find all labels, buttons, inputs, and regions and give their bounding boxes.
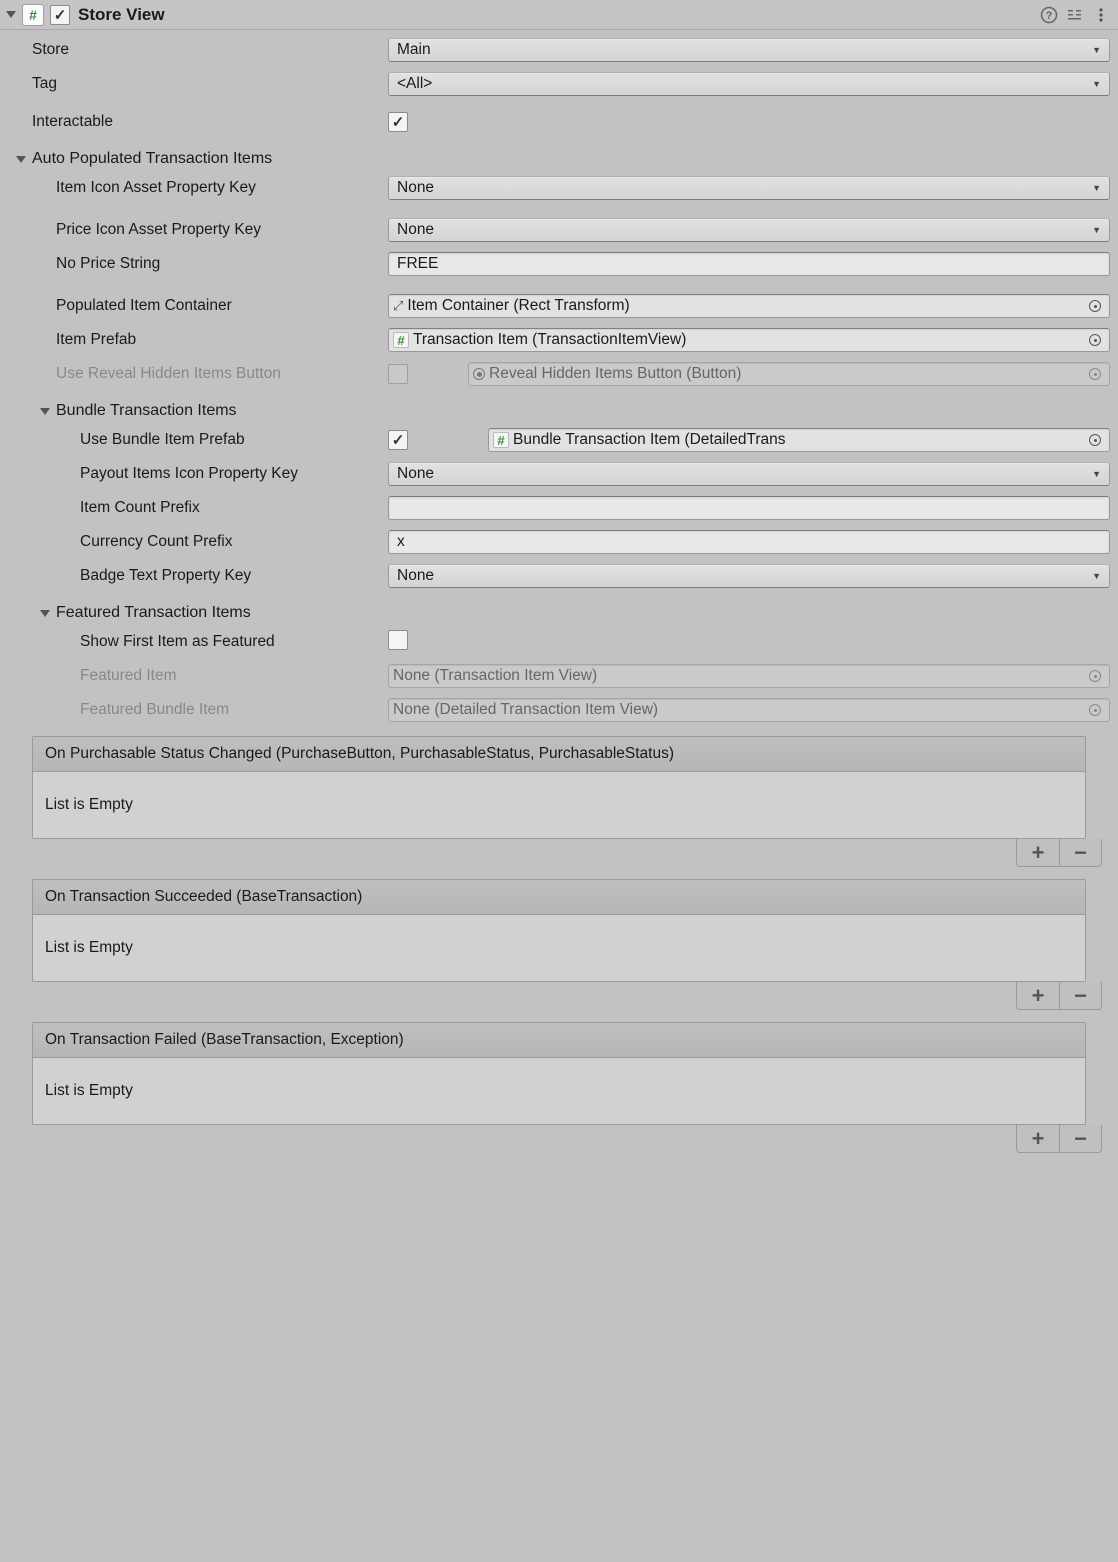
badge-text-key-value: None [397, 567, 434, 585]
show-first-featured-label: Show First Item as Featured [8, 633, 388, 651]
svg-text:?: ? [1046, 10, 1053, 22]
no-price-string-label: No Price String [8, 255, 388, 273]
show-first-featured-checkbox[interactable] [388, 630, 408, 650]
event-failed-block: On Transaction Failed (BaseTransaction, … [32, 1022, 1086, 1125]
store-value: Main [397, 41, 431, 59]
interactable-label: Interactable [8, 113, 388, 131]
button-icon [473, 368, 485, 380]
event-purchasable-body: List is Empty [33, 772, 1085, 838]
auto-populated-foldout[interactable] [16, 156, 26, 163]
populated-container-value: Item Container (Rect Transform) [407, 297, 629, 315]
add-listener-button[interactable]: + [1017, 1125, 1059, 1152]
event-purchasable-footer: + − [8, 839, 1110, 867]
use-reveal-checkbox [388, 364, 408, 384]
reveal-button-value: Reveal Hidden Items Button (Button) [489, 365, 741, 383]
component-foldout[interactable] [6, 11, 16, 18]
featured-bundle-item-label: Featured Bundle Item [8, 701, 388, 719]
preset-icon[interactable] [1064, 4, 1086, 26]
object-picker-icon [1087, 366, 1103, 382]
component-enabled-checkbox[interactable] [50, 5, 70, 25]
bundle-foldout[interactable] [40, 408, 50, 415]
use-bundle-prefab-label: Use Bundle Item Prefab [8, 431, 388, 449]
use-bundle-prefab-checkbox[interactable] [388, 430, 408, 450]
bundle-prefab-value: Bundle Transaction Item (DetailedTrans [513, 431, 786, 449]
bundle-title: Bundle Transaction Items [56, 402, 237, 420]
item-prefab-field[interactable]: # Transaction Item (TransactionItemView) [388, 328, 1110, 352]
featured-item-value: None (Transaction Item View) [393, 667, 597, 685]
store-dropdown[interactable]: Main [388, 38, 1110, 62]
object-picker-icon[interactable] [1087, 298, 1103, 314]
remove-listener-button[interactable]: − [1059, 1125, 1101, 1152]
object-picker-icon [1087, 668, 1103, 684]
item-count-prefix-input[interactable] [388, 496, 1110, 520]
item-icon-key-label: Item Icon Asset Property Key [8, 179, 388, 197]
component-header: # Store View ? [0, 0, 1118, 30]
badge-text-key-dropdown[interactable]: None [388, 564, 1110, 588]
event-purchasable-header: On Purchasable Status Changed (PurchaseB… [33, 737, 1085, 772]
remove-listener-button[interactable]: − [1059, 982, 1101, 1009]
inspector-content: Store Main Tag <All> Interactable Auto P… [0, 30, 1118, 1165]
no-price-string-value: FREE [397, 255, 438, 273]
menu-icon[interactable] [1090, 4, 1112, 26]
featured-item-label: Featured Item [8, 667, 388, 685]
item-prefab-value: Transaction Item (TransactionItemView) [413, 331, 686, 349]
event-succeeded-footer: + − [8, 982, 1110, 1010]
currency-count-prefix-input[interactable]: x [388, 530, 1110, 554]
price-icon-key-value: None [397, 221, 434, 239]
add-listener-button[interactable]: + [1017, 839, 1059, 866]
remove-listener-button[interactable]: − [1059, 839, 1101, 866]
script-icon: # [22, 4, 44, 26]
bundle-prefab-field[interactable]: # Bundle Transaction Item (DetailedTrans [488, 428, 1110, 452]
currency-count-prefix-value: x [397, 533, 405, 551]
tag-value: <All> [397, 75, 432, 93]
badge-text-key-label: Badge Text Property Key [8, 567, 388, 585]
featured-foldout[interactable] [40, 610, 50, 617]
auto-populated-title: Auto Populated Transaction Items [32, 150, 272, 168]
use-reveal-label: Use Reveal Hidden Items Button [8, 365, 388, 383]
object-picker-icon[interactable] [1087, 432, 1103, 448]
item-prefab-label: Item Prefab [8, 331, 388, 349]
event-failed-footer: + − [8, 1125, 1110, 1153]
event-purchasable-block: On Purchasable Status Changed (PurchaseB… [32, 736, 1086, 839]
featured-bundle-item-value: None (Detailed Transaction Item View) [393, 701, 658, 719]
item-count-prefix-label: Item Count Prefix [8, 499, 388, 517]
add-listener-button[interactable]: + [1017, 982, 1059, 1009]
tag-dropdown[interactable]: <All> [388, 72, 1110, 96]
item-icon-key-dropdown[interactable]: None [388, 176, 1110, 200]
payout-key-value: None [397, 465, 434, 483]
event-succeeded-body: List is Empty [33, 915, 1085, 981]
payout-key-label: Payout Items Icon Property Key [8, 465, 388, 483]
auto-populated-header[interactable]: Auto Populated Transaction Items [8, 150, 1110, 168]
bundle-header[interactable]: Bundle Transaction Items [8, 402, 1110, 420]
rect-transform-icon: ⤢ [393, 298, 403, 314]
object-picker-icon [1087, 702, 1103, 718]
script-icon: # [493, 432, 509, 448]
populated-container-field[interactable]: ⤢ Item Container (Rect Transform) [388, 294, 1110, 318]
event-succeeded-header: On Transaction Succeeded (BaseTransactio… [33, 880, 1085, 915]
featured-item-field: None (Transaction Item View) [388, 664, 1110, 688]
price-icon-key-label: Price Icon Asset Property Key [8, 221, 388, 239]
store-label: Store [8, 41, 388, 59]
currency-count-prefix-label: Currency Count Prefix [8, 533, 388, 551]
event-failed-body: List is Empty [33, 1058, 1085, 1124]
event-succeeded-block: On Transaction Succeeded (BaseTransactio… [32, 879, 1086, 982]
featured-bundle-item-field: None (Detailed Transaction Item View) [388, 698, 1110, 722]
featured-header[interactable]: Featured Transaction Items [8, 604, 1110, 622]
help-icon[interactable]: ? [1038, 4, 1060, 26]
interactable-checkbox[interactable] [388, 112, 408, 132]
payout-key-dropdown[interactable]: None [388, 462, 1110, 486]
reveal-button-field: Reveal Hidden Items Button (Button) [468, 362, 1110, 386]
item-icon-key-value: None [397, 179, 434, 197]
price-icon-key-dropdown[interactable]: None [388, 218, 1110, 242]
script-icon: # [393, 332, 409, 348]
tag-label: Tag [8, 75, 388, 93]
featured-title: Featured Transaction Items [56, 604, 251, 622]
no-price-string-input[interactable]: FREE [388, 252, 1110, 276]
object-picker-icon[interactable] [1087, 332, 1103, 348]
component-title: Store View [78, 5, 1034, 25]
populated-container-label: Populated Item Container [8, 297, 388, 315]
event-failed-header: On Transaction Failed (BaseTransaction, … [33, 1023, 1085, 1058]
